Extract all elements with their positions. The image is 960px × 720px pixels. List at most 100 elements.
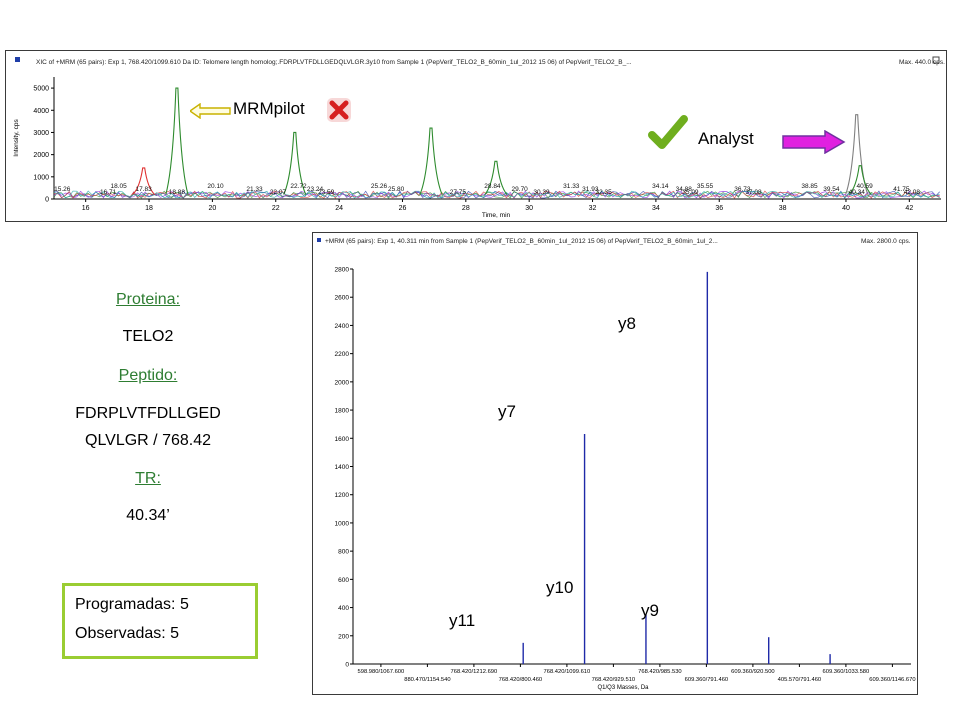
xic-y-tick-label: 3000	[33, 130, 49, 137]
xic-peak-label: 25.26	[371, 183, 388, 190]
xic-x-tick-label: 28	[462, 205, 470, 212]
protein-value: TELO2	[122, 328, 174, 345]
ms-y-tick-label: 2000	[335, 379, 350, 386]
ms-x-tick-label: 880.470/1154.540	[404, 677, 450, 683]
xic-y-tick-label: 0	[45, 197, 49, 204]
ion-label-y11: y11	[449, 611, 476, 630]
observadas-text: Observadas: 5	[75, 625, 180, 642]
xic-y-axis-label: Intensity, cps	[13, 119, 20, 157]
xic-peak-label: 29.70	[512, 186, 529, 193]
programadas-text: Programadas: 5	[75, 596, 189, 613]
xic-peak-label: 22.07	[270, 189, 287, 196]
ms-spectrum-panel: +MRM (65 pairs): Exp 1, 40.311 min from …	[312, 232, 918, 695]
xic-peak-label: 34.14	[652, 183, 669, 190]
xic-x-tick-label: 30	[525, 205, 533, 212]
xic-peak-label: 20.10	[207, 183, 224, 190]
analyst-label: Analyst	[698, 129, 754, 148]
xic-peak-label: 40.34	[849, 189, 866, 196]
ms-spectrum-chart: +MRM (65 pairs): Exp 1, 40.311 min from …	[317, 238, 916, 691]
xic-y-tick-label: 1000	[33, 174, 49, 181]
ms-x-tick-label: 768.420/929.510	[592, 677, 636, 683]
ms-header-marker	[317, 238, 321, 242]
ms-y-tick-label: 0	[345, 662, 349, 669]
transition-count-box: Programadas: 5 Observadas: 5	[62, 583, 258, 659]
ms-y-tick-label: 400	[338, 605, 349, 612]
peptide-sequence-line1: FDRPLVTFDLLGED	[75, 405, 221, 422]
xic-x-tick-label: 18	[145, 205, 153, 212]
ms-x-tick-label: 609.360/1146.670	[869, 677, 915, 683]
ms-y-tick-label: 200	[338, 633, 349, 640]
ms-x-tick-label: 609.360/920.500	[731, 669, 775, 675]
xic-header: XIC of +MRM (65 pairs): Exp 1, 768.420/1…	[36, 59, 632, 66]
protein-label: Proteina:	[115, 291, 181, 308]
xic-peak-label: 23.59	[318, 189, 335, 196]
peptide-sequence-line2: QLVLGR / 768.42	[85, 432, 211, 449]
xic-peak-label: 21.33	[246, 186, 263, 193]
xic-peak	[419, 127, 443, 195]
xic-x-tick-label: 38	[779, 205, 787, 212]
ms-y-tick-label: 600	[338, 577, 349, 584]
xic-peak-label: 27.75	[450, 189, 467, 196]
ms-y-tick-label: 800	[338, 549, 349, 556]
xic-x-tick-label: 16	[82, 205, 90, 212]
xic-peak-label: 30.39	[533, 189, 550, 196]
ms-y-tick-label: 1600	[335, 436, 350, 443]
ms-y-tick-label: 1000	[335, 520, 350, 527]
mrmpilot-label: MRMpilot	[233, 99, 305, 118]
ms-y-tick-label: 1800	[335, 408, 350, 415]
ms-x-tick-label: 598.980/1067.600	[358, 669, 405, 675]
ms-x-axis-label: Q1/Q3 Masses, Da	[597, 685, 649, 691]
ms-x-tick-label: 405.570/791.460	[778, 677, 822, 683]
xic-x-tick-label: 26	[399, 205, 407, 212]
xic-peak-label: 17.83	[136, 186, 153, 193]
xic-peak-label: 31.33	[563, 183, 580, 190]
ms-x-tick-label: 768.420/1099.610	[544, 669, 591, 675]
red-cross-icon	[327, 98, 351, 122]
ion-label-y9: y9	[641, 601, 659, 620]
ms-x-tick-label: 609.360/791.460	[685, 677, 729, 683]
xic-x-tick-label: 36	[715, 205, 723, 212]
ion-label-y8: y8	[618, 314, 636, 333]
peptide-label: Peptido:	[118, 367, 178, 384]
xic-peak-label: 35.55	[697, 183, 714, 190]
xic-peak-label: 22.72	[290, 183, 307, 190]
tr-label: TR:	[135, 470, 161, 487]
ms-y-tick-label: 2400	[335, 323, 350, 330]
ion-label-y7: y7	[498, 402, 516, 421]
xic-x-tick-label: 32	[589, 205, 597, 212]
checkmark-icon	[648, 115, 688, 149]
xic-x-tick-label: 34	[652, 205, 660, 212]
ms-x-tick-label: 609.360/1033.580	[823, 669, 870, 675]
xic-peak-label: 38.85	[801, 183, 818, 190]
ms-x-tick-label: 768.420/1212.690	[451, 669, 498, 675]
xic-peak-label: 37.08	[745, 189, 762, 196]
xic-x-tick-label: 24	[335, 205, 343, 212]
xic-x-tick-label: 40	[842, 205, 850, 212]
xic-peak-label: 18.05	[110, 183, 127, 190]
xic-y-tick-label: 5000	[33, 86, 49, 93]
xic-peak-label: 42.08	[904, 189, 921, 196]
ms-y-tick-label: 2800	[335, 267, 350, 274]
xic-x-tick-label: 42	[905, 205, 913, 212]
xic-peak-label: 35.09	[682, 189, 699, 196]
ms-y-tick-label: 2200	[335, 351, 350, 358]
xic-peak-label: 15.26	[54, 186, 71, 193]
ion-label-y10: y10	[546, 578, 574, 597]
arrow-right-icon	[782, 130, 846, 154]
xic-header-marker	[15, 57, 20, 62]
xic-x-tick-label: 20	[208, 205, 216, 212]
xic-x-axis-label: Time, min	[482, 212, 511, 219]
ms-x-tick-label: 768.420/800.460	[499, 677, 543, 683]
xic-peak-label: 16.71	[100, 189, 117, 196]
xic-x-tick-label: 22	[272, 205, 280, 212]
xic-peak	[165, 87, 189, 195]
ms-max-label: Max. 2800.0 cps.	[861, 238, 911, 245]
ms-x-tick-label: 768.420/985.530	[638, 669, 682, 675]
xic-peak-label: 32.35	[595, 189, 612, 196]
xic-y-tick-label: 2000	[33, 152, 49, 159]
ms-y-tick-label: 1200	[335, 492, 350, 499]
xic-peak-label: 18.88	[169, 189, 186, 196]
xic-peak-label: 28.84	[484, 183, 501, 190]
arrow-left-icon	[190, 103, 231, 119]
xic-y-tick-label: 4000	[33, 108, 49, 115]
